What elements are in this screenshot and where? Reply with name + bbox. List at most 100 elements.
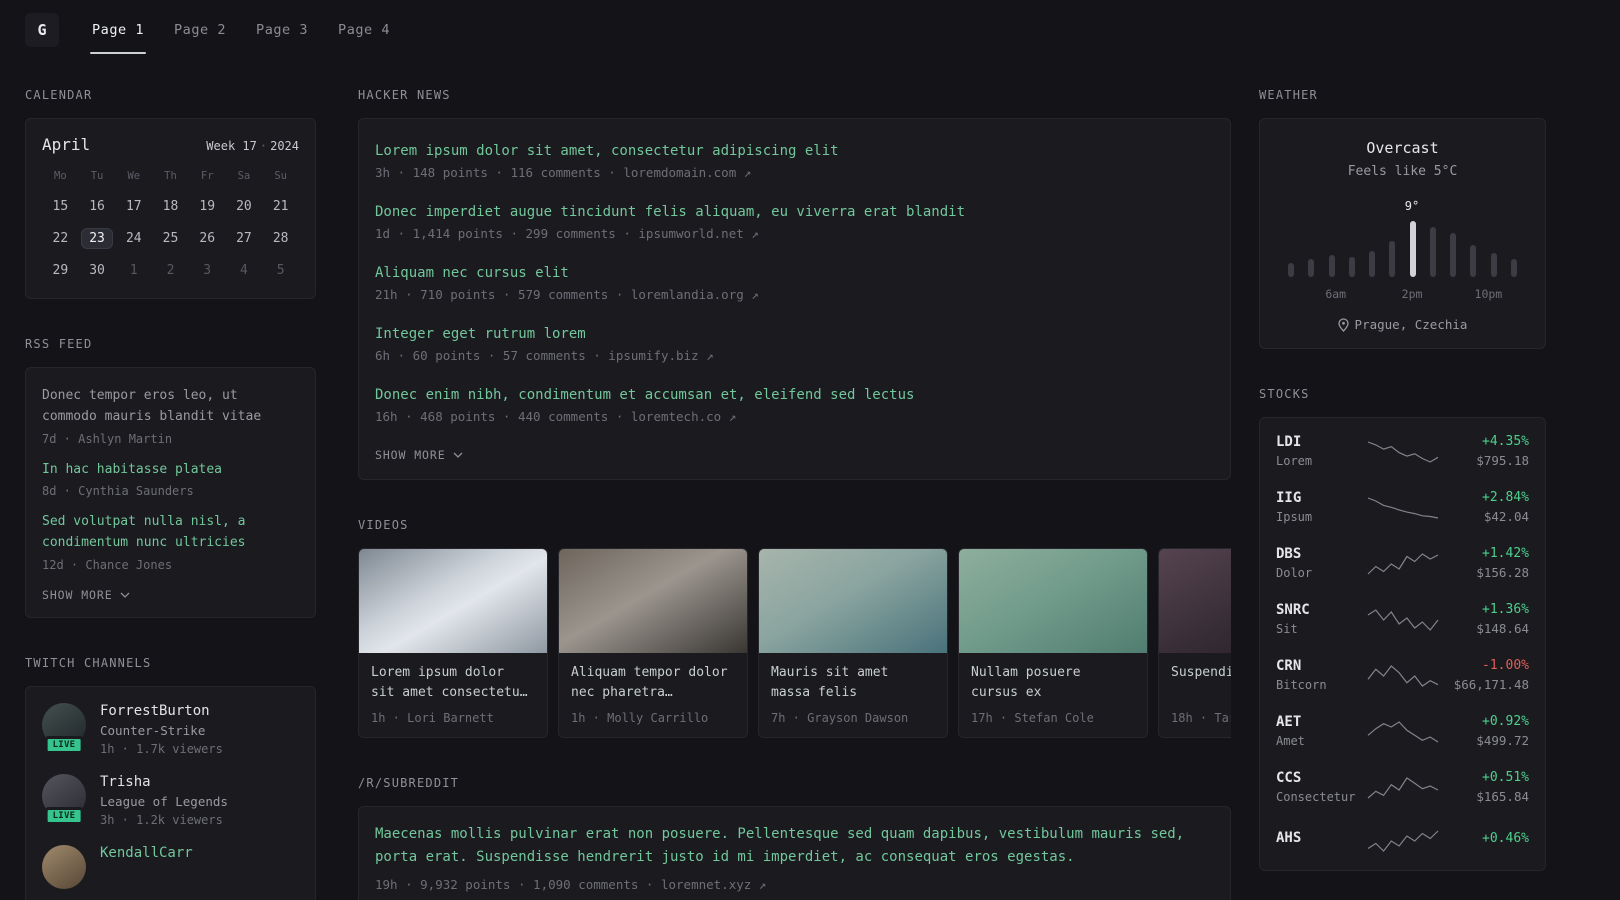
video-body: Aliquam tempor dolor nec pharetra… 1h · M…: [559, 653, 747, 737]
stock-row[interactable]: SNRC Sit +1.36% $148.64: [1260, 591, 1545, 647]
calendar-day: 16: [89, 198, 105, 214]
sparkline-chart: [1367, 497, 1438, 519]
middle-column: HACKER NEWS Lorem ipsum dolor sit amet, …: [358, 88, 1231, 900]
sparkline-chart: [1367, 441, 1438, 463]
news-item-meta: 16h · 468 points · 440 comments · loremt…: [375, 409, 737, 424]
video-card[interactable]: Aliquam tempor dolor nec pharetra… 1h · M…: [558, 548, 748, 738]
calendar-dow: Fr: [200, 170, 214, 182]
stock-symbol: AHS: [1276, 830, 1302, 846]
calendar-week-year: Week 17 · 2024: [206, 139, 299, 153]
stock-right: +1.36% $148.64: [1439, 602, 1529, 636]
news-item-title[interactable]: Aliquam nec cursus elit: [375, 265, 1214, 281]
stock-name: Amet: [1276, 734, 1305, 748]
weather-bar-chart: 9° 6am 2pm 10pm: [1288, 199, 1517, 301]
news-item-title[interactable]: Integer eget rutrum lorem: [375, 326, 1214, 342]
video-card[interactable]: Mauris sit amet massa felis 7h · Grayson …: [758, 548, 948, 738]
channel-info: Trisha League of Legends 3h · 1.2k viewers: [100, 774, 228, 827]
stock-price: $42.04: [1483, 509, 1529, 524]
weather-time-label: 2pm: [1401, 287, 1423, 301]
calendar-card: April Week 17 · 2024 Mo Tu We Th Fr Sa Su 15 16 17 1…: [25, 118, 316, 299]
stock-row[interactable]: AET Amet +0.92% $499.72: [1260, 703, 1545, 759]
calendar-separator: ·: [259, 139, 268, 153]
stock-change: -1.00%: [1482, 658, 1529, 673]
rss-item-title[interactable]: Sed volutpat nulla nisl, a condimentum n…: [42, 512, 299, 554]
weather-bar: [1490, 253, 1497, 277]
news-item-title[interactable]: Donec enim nibh, condimentum et accumsan…: [375, 387, 1214, 403]
calendar-day: 29: [52, 262, 69, 278]
subreddit-post-title[interactable]: Maecenas mollis pulvinar erat non posuer…: [375, 823, 1214, 869]
rss-section: RSS FEED Donec tempor eros leo, ut commo…: [25, 337, 316, 618]
calendar-section-title: CALENDAR: [25, 88, 93, 102]
stock-sparkline: [1366, 437, 1439, 465]
stock-price: $156.28: [1476, 565, 1529, 580]
video-title: Aliquam tempor dolor nec pharetra…: [571, 665, 728, 701]
twitch-channel[interactable]: LIVE Trisha League of Legends 3h · 1.2k vie…: [42, 773, 299, 827]
stock-symbol: CRN: [1276, 658, 1302, 674]
tab-page-3[interactable]: Page 3: [241, 0, 323, 60]
tab-page-2[interactable]: Page 2: [159, 0, 241, 60]
videos-section: VIDEOS Lorem ipsum dolor sit amet consec…: [358, 518, 1231, 738]
weather-bar: [1510, 259, 1517, 277]
stock-change: +1.42%: [1482, 546, 1529, 561]
stock-left: DBS Dolor: [1276, 546, 1366, 580]
weather-bar: [1288, 263, 1294, 277]
show-more-label: SHOW MORE: [42, 587, 113, 602]
twitch-section: TWITCH CHANNELS LIVE ForrestBurton Counter…: [25, 656, 316, 900]
news-item-meta: 21h · 710 points · 579 comments · loreml…: [375, 287, 759, 302]
news-item: Integer eget rutrum lorem 6h · 60 points …: [375, 314, 1214, 375]
app-logo: G: [25, 13, 59, 47]
calendar-day: 28: [272, 230, 289, 246]
channel-meta: 3h · 1.2k viewers: [100, 812, 223, 827]
news-item-title[interactable]: Donec imperdiet augue tincidunt felis al…: [375, 204, 1214, 220]
weather-time-label: 10pm: [1474, 287, 1503, 301]
stocks-card: LDI Lorem +4.35% $795.18 IIG Ipsum +2.84% $42.0…: [1259, 417, 1546, 871]
stock-sparkline: [1366, 826, 1439, 854]
video-card[interactable]: Suspendisse diam 18h · Tara: [1158, 548, 1231, 738]
sparkline-chart: [1367, 830, 1438, 852]
calendar-year: 2024: [270, 139, 299, 153]
stock-row[interactable]: AHS +0.46%: [1260, 815, 1545, 865]
weather-feels-like: Feels like 5°C: [1347, 164, 1458, 179]
live-badge: LIVE: [44, 735, 84, 754]
calendar-day: 25: [162, 230, 179, 246]
sparkline-chart: [1367, 721, 1438, 743]
stock-right: +2.84% $42.04: [1439, 490, 1529, 524]
tab-page-4[interactable]: Page 4: [323, 0, 405, 60]
video-card[interactable]: Nullam posuere cursus ex 17h · Stefan Col…: [958, 548, 1148, 738]
video-meta: 7h · Grayson Dawson: [771, 711, 909, 725]
video-thumbnail: [1159, 549, 1231, 653]
calendar-dow: Mo: [54, 170, 67, 182]
stock-row[interactable]: DBS Dolor +1.42% $156.28: [1260, 535, 1545, 591]
news-item-title[interactable]: Lorem ipsum dolor sit amet, consectetur …: [375, 143, 1214, 159]
videos-section-title: VIDEOS: [358, 518, 409, 532]
calendar-day: 26: [199, 230, 216, 246]
twitch-channel[interactable]: KendallCarr: [42, 844, 299, 889]
twitch-section-title: TWITCH CHANNELS: [25, 655, 152, 670]
rss-item-title[interactable]: Donec tempor eros leo, ut commodo mauris…: [42, 386, 299, 428]
news-item-meta: 6h · 60 points · 57 comments · ipsumify.…: [375, 348, 714, 363]
weather-time-label: 6am: [1325, 287, 1347, 301]
stock-row[interactable]: IIG Ipsum +2.84% $42.04: [1260, 479, 1545, 535]
news-item-meta: 3h · 148 points · 116 comments · loremdo…: [375, 165, 752, 180]
twitch-card: LIVE ForrestBurton Counter-Strike 1h · 1.7k…: [25, 685, 316, 900]
avatar-wrap: LIVE: [42, 702, 86, 754]
stock-change: +0.92%: [1482, 714, 1529, 729]
show-more-button[interactable]: SHOW MORE: [42, 588, 130, 602]
stock-row[interactable]: LDI Lorem +4.35% $795.18: [1260, 423, 1545, 479]
stock-row[interactable]: CRN Bitcorn -1.00% $66,171.48: [1260, 647, 1545, 703]
rss-item: Donec tempor eros leo, ut commodo mauris…: [42, 376, 299, 450]
stock-left: SNRC Sit: [1276, 602, 1366, 636]
video-card[interactable]: Lorem ipsum dolor sit amet consectetu… 1h…: [358, 548, 548, 738]
video-body: Mauris sit amet massa felis 7h · Grayson …: [759, 653, 947, 737]
stock-name: Bitcorn: [1276, 678, 1327, 692]
rss-item-title[interactable]: In hac habitasse platea: [42, 460, 299, 481]
twitch-channel[interactable]: LIVE ForrestBurton Counter-Strike 1h · 1.7k…: [42, 702, 299, 756]
stock-row[interactable]: CCS Consectetur +0.51% $165.84: [1260, 759, 1545, 815]
video-title: Mauris sit amet massa felis: [771, 665, 889, 701]
tab-page-1[interactable]: Page 1: [77, 0, 159, 60]
rss-card: Donec tempor eros leo, ut commodo mauris…: [25, 367, 316, 618]
avatar-wrap: [42, 844, 86, 889]
calendar-dow: Su: [274, 170, 287, 182]
show-more-button[interactable]: SHOW MORE: [375, 448, 463, 462]
subreddit-card: Maecenas mollis pulvinar erat non posuer…: [358, 806, 1231, 900]
